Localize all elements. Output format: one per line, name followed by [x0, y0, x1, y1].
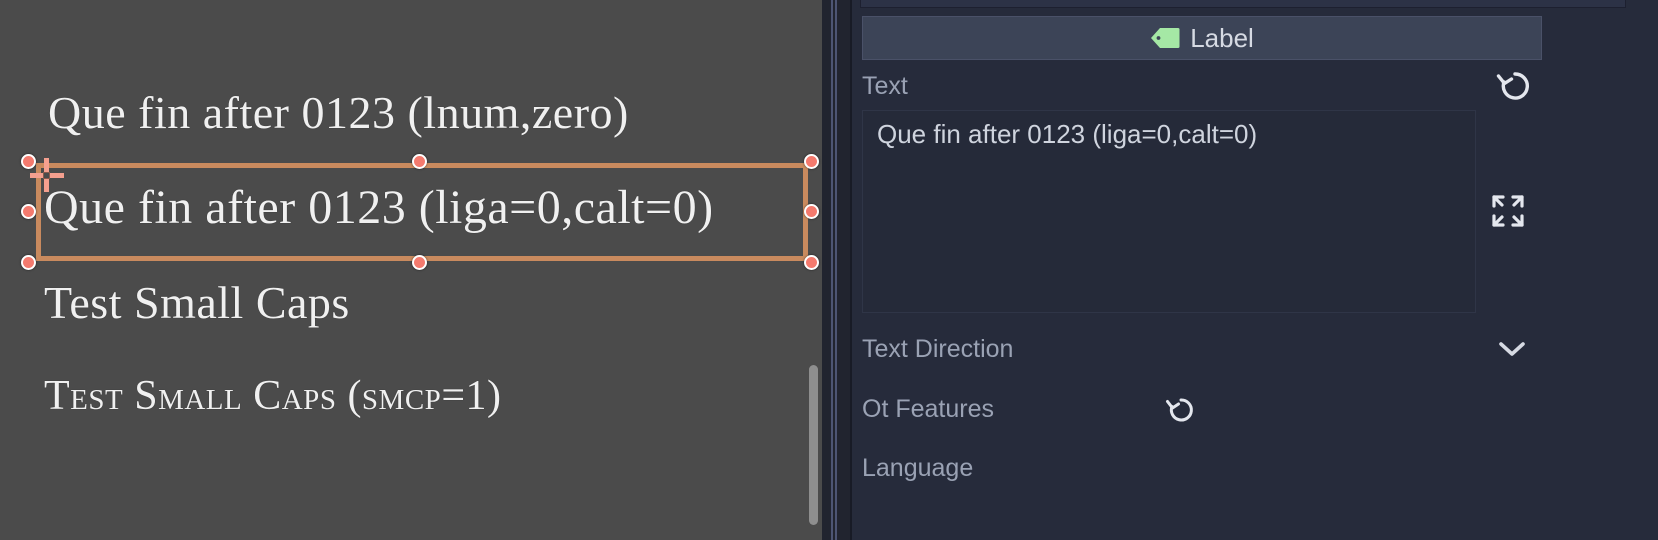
selection-handle-middle-right[interactable]	[804, 204, 819, 219]
panel-splitter[interactable]	[822, 0, 850, 540]
selection-handle-top-right[interactable]	[804, 154, 819, 169]
text-property-label-row: Text	[862, 66, 1542, 106]
text-input[interactable]: Que fin after 0123 (liga=0,calt=0)	[862, 110, 1476, 313]
property-row-ot-features: Ot Features	[862, 386, 1628, 432]
selection-handle-top-center[interactable]	[412, 154, 427, 169]
chevron-down-icon[interactable]	[1498, 340, 1526, 358]
language-label: Language	[862, 453, 974, 482]
inspector-node-header[interactable]: Label	[862, 16, 1542, 60]
ot-features-reset-icon[interactable]	[1165, 395, 1197, 425]
editor-window: Que fin after 0123 (lnum,zero) Que fin a…	[0, 0, 1658, 540]
selection-handle-bottom-center[interactable]	[412, 255, 427, 270]
selection-handle-bottom-right[interactable]	[804, 255, 819, 270]
property-row-language: Language	[862, 445, 1628, 491]
scene-viewport[interactable]: Que fin after 0123 (lnum,zero) Que fin a…	[0, 0, 822, 540]
ot-features-label: Ot Features	[862, 394, 994, 423]
text-direction-label: Text Direction	[862, 334, 1014, 363]
viewport-text-sample-small-caps[interactable]: Test Small Caps	[44, 276, 350, 329]
text-input-value: Que fin after 0123 (liga=0,calt=0)	[877, 119, 1258, 149]
label-tag-icon	[1150, 27, 1180, 49]
viewport-vertical-scrollbar[interactable]	[809, 365, 818, 525]
inspector-top-strip	[860, 0, 1626, 8]
viewport-text-sample-lnum-zero[interactable]: Que fin after 0123 (lnum,zero)	[48, 86, 629, 139]
selection-handle-bottom-left[interactable]	[21, 255, 36, 270]
expand-arrows-icon[interactable]	[1489, 192, 1527, 230]
pivot-crosshair-icon[interactable]	[30, 158, 64, 192]
text-property-reset-icon[interactable]	[1495, 68, 1535, 104]
selection-rectangle	[36, 163, 808, 261]
pivot-center	[43, 172, 50, 179]
inspector-node-title: Label	[1190, 22, 1254, 53]
splitter-grip-line-2	[835, 0, 837, 540]
inspector-panel: Label Text Que fin after 0123 (liga=0,ca…	[850, 0, 1658, 540]
viewport-text-sample-smcp[interactable]: Test Small Caps (smcp=1)	[44, 372, 502, 420]
selection-handle-middle-left[interactable]	[21, 204, 36, 219]
text-property-label: Text	[862, 71, 908, 100]
splitter-grip-line-1	[831, 0, 833, 540]
